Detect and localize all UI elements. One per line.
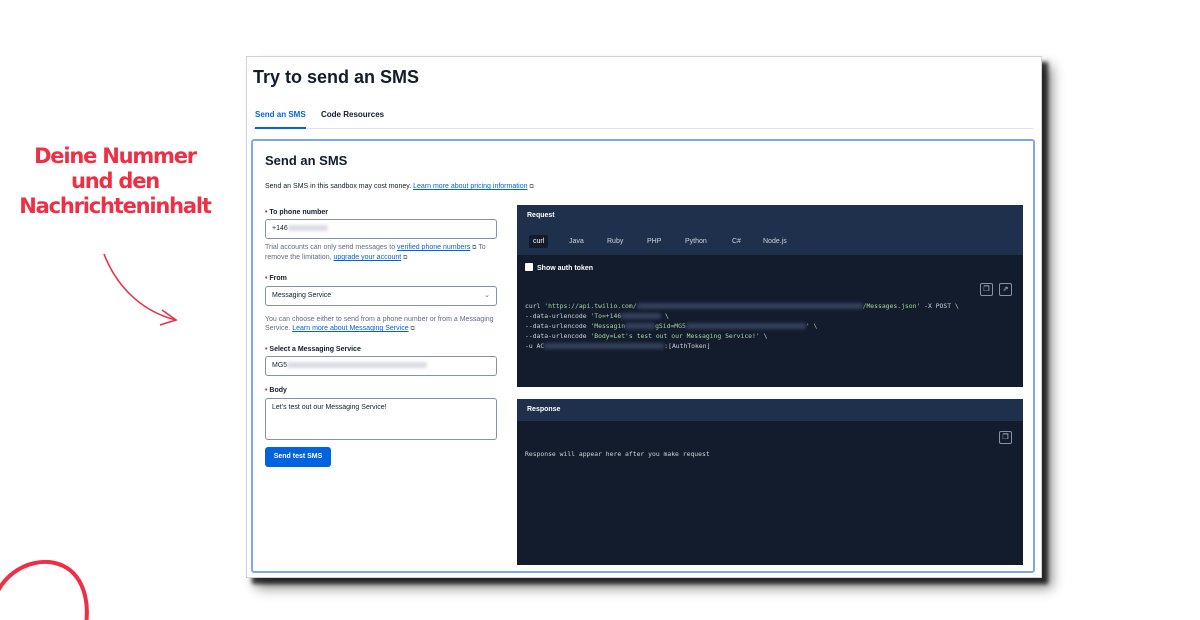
- code-token: curl: [525, 302, 545, 310]
- send-test-sms-button[interactable]: Send test SMS: [265, 447, 331, 467]
- to-phone-label-text: To phone number: [269, 209, 328, 216]
- external-link-icon: ⧉: [472, 245, 477, 251]
- external-link-icon: ⧉: [410, 326, 415, 332]
- from-label: • From: [265, 275, 287, 282]
- code-line-1: curl 'https://api.twilio.com/ /Messages.j…: [525, 301, 959, 311]
- show-auth-toggle[interactable]: Show auth token: [525, 263, 593, 272]
- redacted-service-id: [685, 323, 806, 329]
- copy-icon[interactable]: ❐: [999, 431, 1012, 444]
- redacted-number: [621, 313, 662, 319]
- redacted-number: [287, 225, 328, 232]
- auth-toggle-label: Show auth token: [537, 265, 593, 272]
- annotation-line-1: Deine Nummer: [34, 144, 197, 168]
- code-string: 'Body=Let's test out our Messaging Servi…: [590, 332, 760, 340]
- tab-send-sms[interactable]: Send an SMS: [255, 111, 306, 129]
- from-select-value: Messaging Service: [272, 292, 332, 299]
- code-string: /Messages.json': [862, 302, 921, 310]
- to-phone-input[interactable]: +146: [265, 219, 497, 239]
- upgrade-account-link[interactable]: upgrade your account: [333, 254, 401, 261]
- messaging-service-link[interactable]: Learn more about Messaging Service: [292, 325, 408, 332]
- required-mark: •: [265, 209, 268, 216]
- lang-tab-ruby[interactable]: Ruby: [603, 235, 627, 248]
- redacted-text: [625, 323, 656, 329]
- request-panel-title: Request: [517, 205, 1023, 227]
- cost-note-text: Send an SMS in this sandbox may cost mon…: [265, 183, 412, 190]
- code-line-2: --data-urlencode 'To=+146 \: [525, 311, 669, 321]
- auth-checkbox[interactable]: [525, 263, 533, 271]
- code-token: \: [661, 312, 669, 320]
- response-panel-title: Response: [517, 399, 1023, 421]
- lang-tab-python[interactable]: Python: [681, 235, 711, 248]
- code-token: --data-urlencode: [525, 322, 591, 330]
- code-line-5: -u AC :[AuthToken]: [525, 341, 710, 351]
- code-line-4: --data-urlencode 'Body=Let's test out ou…: [525, 331, 767, 341]
- code-token: --data-urlencode: [525, 312, 591, 320]
- from-select[interactable]: Messaging Service ⌄: [265, 286, 497, 306]
- request-panel: Request curl Java Ruby PHP Python C# Nod…: [517, 205, 1023, 387]
- arrow-icon: [103, 253, 178, 326]
- messaging-service-input[interactable]: MG5: [265, 356, 497, 376]
- code-token: :[AuthToken]: [664, 342, 711, 350]
- page-title: Try to send an SMS: [253, 67, 420, 87]
- service-value: MG5: [272, 362, 288, 369]
- body-label: • Body: [265, 387, 287, 394]
- chevron-down-icon: ⌄: [484, 292, 490, 299]
- annotation-line-3: Nachrichteninhalt: [19, 194, 212, 218]
- cost-note: Send an SMS in this sandbox may cost mon…: [265, 183, 534, 191]
- card-title: Send an SMS: [265, 153, 348, 168]
- code-string: 'To=+146: [590, 312, 622, 320]
- code-string: 'Messagin: [590, 322, 626, 330]
- from-help: You can choose either to send from a pho…: [265, 315, 501, 334]
- code-string: gSid=MG5: [655, 322, 686, 330]
- from-label-text: From: [269, 275, 287, 282]
- code-string: ' \: [805, 322, 818, 330]
- required-mark: •: [265, 275, 268, 282]
- to-phone-label: • To phone number: [265, 209, 328, 216]
- redacted-account: [544, 343, 665, 349]
- code-token: \: [759, 332, 768, 340]
- tab-code-resources[interactable]: Code Resources: [321, 111, 384, 129]
- lang-tab-java[interactable]: Java: [565, 235, 588, 248]
- code-line-3: --data-urlencode 'Messagin gSid=MG5 ' \: [525, 321, 817, 331]
- response-panel: Response ❐ Response will appear here aft…: [517, 399, 1023, 565]
- lang-tab-csharp[interactable]: C#: [728, 235, 745, 248]
- language-tabs: curl Java Ruby PHP Python C# Node.js: [517, 227, 1023, 255]
- body-textarea[interactable]: Let's test out our Messaging Service!: [265, 398, 497, 440]
- code-token: --data-urlencode: [525, 332, 591, 340]
- send-sms-card: Send an SMS Send an SMS in this sandbox …: [251, 139, 1035, 573]
- external-link-icon: ⧉: [403, 255, 408, 261]
- body-label-text: Body: [269, 387, 287, 394]
- code-token: -u AC: [525, 342, 545, 350]
- trial-note: Trial accounts can only send messages to…: [265, 243, 501, 263]
- pricing-link[interactable]: Learn more about pricing information: [413, 183, 527, 190]
- trial-note-prefix: Trial accounts can only send messages to: [265, 244, 396, 251]
- external-link-icon: ⧉: [529, 184, 534, 190]
- required-mark: •: [265, 387, 268, 394]
- open-external-icon[interactable]: ⇗: [999, 283, 1012, 296]
- to-phone-value: +146: [272, 225, 288, 232]
- annotation-line-2: und den: [70, 169, 160, 193]
- redacted-account: [636, 303, 863, 309]
- annotation-text: Deine Nummer und den Nachrichteninhalt: [0, 144, 230, 219]
- decorative-circle-icon: [0, 559, 89, 620]
- console-screenshot: Try to send an SMS Send an SMS Code Reso…: [246, 56, 1042, 578]
- response-placeholder: Response will appear here after you make…: [525, 450, 710, 458]
- code-string: 'https://api.twilio.com/: [544, 302, 637, 310]
- service-label: • Select a Messaging Service: [265, 346, 361, 353]
- lang-tab-php[interactable]: PHP: [643, 235, 665, 248]
- required-mark: •: [265, 346, 268, 353]
- lang-tab-nodejs[interactable]: Node.js: [759, 235, 791, 248]
- lang-tab-curl[interactable]: curl: [529, 235, 549, 248]
- tab-bar: Send an SMS Code Resources: [253, 111, 1033, 129]
- verified-numbers-link[interactable]: verified phone numbers: [397, 244, 470, 251]
- service-label-text: Select a Messaging Service: [269, 346, 361, 353]
- code-token: -X POST \: [920, 302, 959, 310]
- body-value: Let's test out our Messaging Service!: [272, 404, 387, 411]
- copy-icon[interactable]: ❐: [980, 283, 993, 296]
- redacted-service-id: [287, 362, 428, 369]
